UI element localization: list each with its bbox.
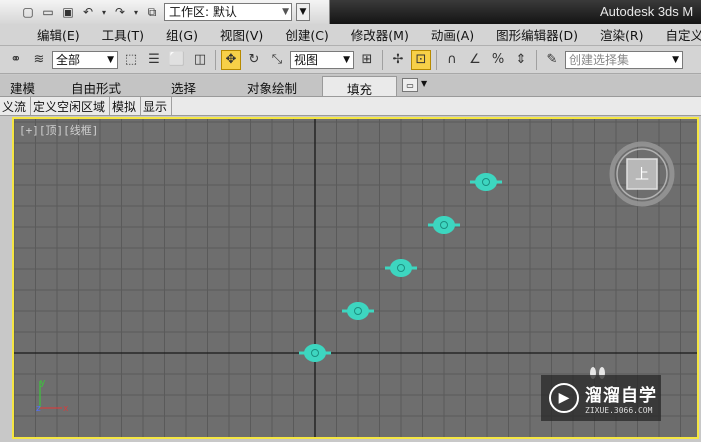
axis-tripod: y z x: [36, 378, 69, 414]
undo-icon[interactable]: ↶: [80, 4, 96, 20]
play-logo-icon: ▶: [549, 383, 579, 413]
populate-panel-bar: 义流 定义空闲区域 模拟 显示: [0, 97, 701, 116]
menu-animation[interactable]: 动画(A): [420, 25, 485, 44]
toolbar-divider: [536, 49, 537, 70]
tab-modeling[interactable]: 建模: [10, 78, 35, 97]
menu-group[interactable]: 组(G): [155, 25, 209, 44]
axis-z-label: z: [36, 404, 41, 414]
panel-display[interactable]: 显示: [141, 97, 173, 115]
watermark: ▶ 溜溜自学 ZIXUE.3066.COM: [541, 375, 661, 421]
rect-selection-icon[interactable]: ⬜: [167, 50, 187, 70]
pivot-center-icon[interactable]: ⊞: [357, 50, 377, 70]
chevron-down-icon: ▼: [282, 7, 289, 17]
toolbar-divider: [382, 49, 383, 70]
quick-access-toolbar: ▢ ▭ ▣ ↶ ▾ ↷ ▾ ⧉ 工作区: 默认 ▼ ▼: [0, 0, 330, 24]
menu-view[interactable]: 视图(V): [209, 25, 274, 44]
project-folder-icon[interactable]: ⧉: [144, 4, 160, 20]
select-manipulate-icon[interactable]: ✢: [388, 50, 408, 70]
ribbon-tabs: 建模 自由形式 选择 对象绘制 填充 ▭ ▼: [0, 75, 701, 97]
spinner-snap-icon[interactable]: ⇕: [511, 50, 531, 70]
main-toolbar: ⚭ ≋ 全部 ▼ ⬚ ☰ ⬜ ◫ ✥ ↻ ⤡ 视图 ▼ ⊞ ✢ ⊡ ∩ ∠ % …: [0, 46, 701, 74]
chevron-down-icon: ▼: [672, 54, 679, 65]
toolbar-divider: [436, 49, 437, 70]
keyboard-shortcut-override-icon[interactable]: ⊡: [411, 49, 431, 70]
crowd-object[interactable]: [428, 216, 460, 234]
chevron-down-icon: ▼: [343, 54, 350, 65]
menu-customize[interactable]: 自定义(U): [655, 25, 701, 44]
menu-edit[interactable]: 编辑(E): [26, 25, 91, 44]
new-file-icon[interactable]: ▢: [20, 4, 36, 20]
reference-coord-value: 视图: [294, 52, 319, 67]
redo-icon[interactable]: ↷: [112, 4, 128, 20]
selection-filter-select[interactable]: 全部 ▼: [52, 50, 118, 69]
window-crossing-icon[interactable]: ◫: [190, 50, 210, 70]
axis-x-label: x: [63, 404, 69, 414]
select-object-icon[interactable]: ⬚: [121, 50, 141, 70]
panel-define-idle-areas[interactable]: 定义空闲区域: [31, 97, 111, 115]
link-icon[interactable]: ⚭: [6, 50, 26, 70]
redo-dropdown-icon[interactable]: ▾: [132, 4, 140, 20]
tab-populate[interactable]: 填充: [322, 76, 398, 97]
reference-coord-select[interactable]: 视图 ▼: [290, 50, 354, 69]
chevron-down-icon: ▼: [107, 54, 114, 65]
axis-y-label: y: [40, 378, 46, 388]
app-title: Autodesk 3ds M: [600, 4, 694, 19]
snap-toggle-icon[interactable]: ∩: [442, 50, 462, 70]
menu-tools[interactable]: 工具(T): [91, 25, 155, 44]
workspace-label: 工作区: 默认: [169, 5, 237, 19]
viewcube-face-label: 上: [635, 167, 649, 183]
unlink-icon[interactable]: ≋: [29, 50, 49, 70]
toolbar-divider: [215, 49, 216, 70]
tab-freeform[interactable]: 自由形式: [71, 78, 121, 97]
watermark-title: 溜溜自学: [585, 386, 657, 406]
named-selection-select[interactable]: 创建选择集 ▼: [565, 50, 683, 69]
named-selection-placeholder: 创建选择集: [569, 52, 630, 67]
panel-flows[interactable]: 义流: [0, 97, 32, 115]
quick-access-dropdown-button[interactable]: ▼: [296, 3, 310, 21]
edit-named-selection-icon[interactable]: ✎: [542, 50, 562, 70]
menu-create[interactable]: 创建(C): [274, 25, 339, 44]
crowd-object[interactable]: [299, 344, 331, 362]
panel-simulate[interactable]: 模拟: [110, 97, 142, 115]
viewport-label[interactable]: [+][顶][线框]: [19, 122, 98, 138]
menu-rendering[interactable]: 渲染(R): [589, 25, 654, 44]
selection-filter-value: 全部: [56, 52, 81, 67]
viewcube[interactable]: 上: [609, 141, 675, 207]
menu-bar: 编辑(E) 工具(T) 组(G) 视图(V) 创建(C) 修改器(M) 动画(A…: [0, 24, 701, 46]
tab-object-paint[interactable]: 对象绘制: [247, 78, 297, 97]
select-rotate-icon[interactable]: ↻: [244, 50, 264, 70]
crowd-object[interactable]: [470, 173, 502, 191]
crowd-object[interactable]: [342, 302, 374, 320]
open-file-icon[interactable]: ▭: [40, 4, 56, 20]
angle-snap-icon[interactable]: ∠: [465, 50, 485, 70]
menu-modifiers[interactable]: 修改器(M): [340, 25, 420, 44]
ribbon-dropdown-icon[interactable]: ▼: [421, 79, 427, 88]
undo-dropdown-icon[interactable]: ▾: [100, 4, 108, 20]
workspace-select[interactable]: 工作区: 默认 ▼: [164, 3, 292, 21]
save-icon[interactable]: ▣: [60, 4, 76, 20]
select-scale-icon[interactable]: ⤡: [267, 50, 287, 70]
percent-snap-icon[interactable]: %: [488, 50, 508, 70]
title-bar: ▢ ▭ ▣ ↶ ▾ ↷ ▾ ⧉ 工作区: 默认 ▼ ▼ Autodesk 3ds…: [0, 0, 701, 24]
crowd-object[interactable]: [385, 259, 417, 277]
watermark-url: ZIXUE.3066.COM: [585, 406, 653, 415]
menu-graph-editors[interactable]: 图形编辑器(D): [485, 25, 589, 44]
tab-selection[interactable]: 选择: [171, 78, 196, 97]
ribbon-minimize-button[interactable]: ▭: [402, 78, 418, 92]
select-move-icon[interactable]: ✥: [221, 49, 241, 70]
select-by-name-icon[interactable]: ☰: [144, 50, 164, 70]
